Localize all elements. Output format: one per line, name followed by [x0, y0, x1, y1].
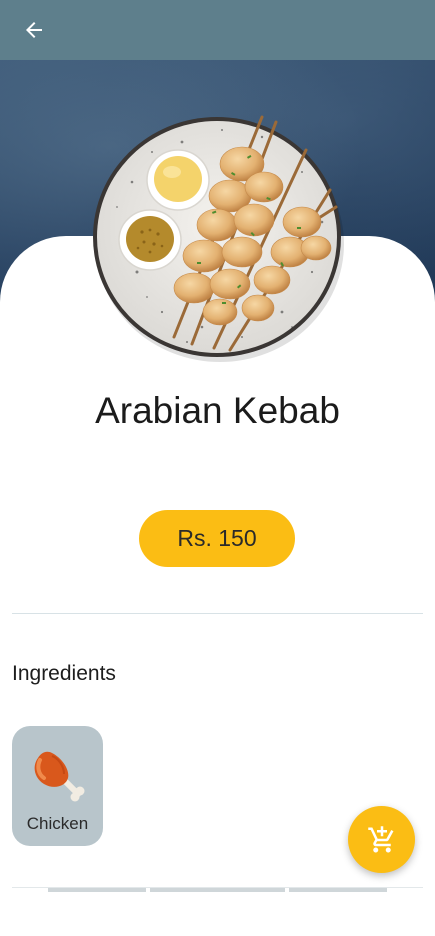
divider: [12, 613, 423, 614]
ingredient-label: Chicken: [26, 814, 89, 833]
app-bar: [0, 0, 435, 60]
add-to-cart-button[interactable]: [348, 806, 415, 873]
arrow-left-icon: [26, 22, 42, 38]
back-button[interactable]: [14, 10, 54, 50]
ingredients-heading: Ingredients: [12, 662, 116, 685]
ingredient-card-chicken[interactable]: Chicken: [12, 726, 103, 846]
product-title: Arabian Kebab: [95, 390, 340, 431]
product-image: [92, 112, 344, 362]
bottom-nav-tab[interactable]: [48, 888, 146, 892]
chicken-leg-icon: [34, 751, 85, 802]
add-to-cart-icon: [367, 825, 393, 852]
bottom-nav-tab[interactable]: [150, 888, 285, 892]
bottom-nav-tab[interactable]: [289, 888, 387, 892]
price-badge: Rs. 150: [139, 510, 295, 567]
